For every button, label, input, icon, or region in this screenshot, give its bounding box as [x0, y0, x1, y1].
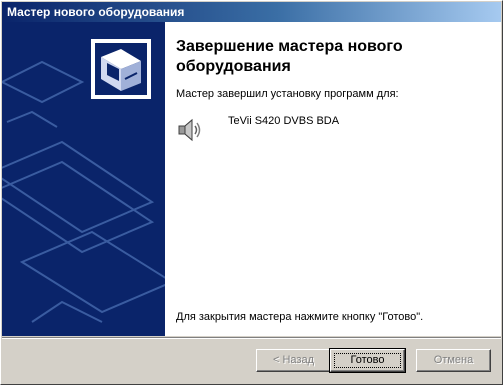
hardware-icon — [91, 39, 151, 99]
side-panel — [2, 22, 165, 336]
cancel-button[interactable]: Отмена — [416, 349, 491, 372]
main-panel: Завершение мастера нового оборудования М… — [176, 22, 496, 336]
back-button[interactable]: < Назад — [256, 349, 331, 372]
speaker-icon — [176, 118, 202, 142]
page-title: Завершение мастера нового оборудования — [176, 38, 403, 75]
closing-instruction: Для закрытия мастера нажмите кнопку "Гот… — [176, 311, 424, 323]
wizard-content: Завершение мастера нового оборудования М… — [2, 22, 501, 336]
description-text: Мастер завершил установку программ для: — [176, 88, 399, 100]
button-separator — [2, 337, 501, 339]
device-name: TeVii S420 DVBS BDA — [228, 115, 340, 127]
device-item: TeVii S420 DVBS BDA — [176, 114, 476, 146]
window-title: Мастер нового оборудования — [7, 5, 185, 19]
wizard-window: Мастер нового оборудования Завершение ма… — [0, 0, 503, 385]
title-bar[interactable]: Мастер нового оборудования — [2, 2, 501, 22]
finish-button[interactable]: Готово — [329, 348, 406, 373]
